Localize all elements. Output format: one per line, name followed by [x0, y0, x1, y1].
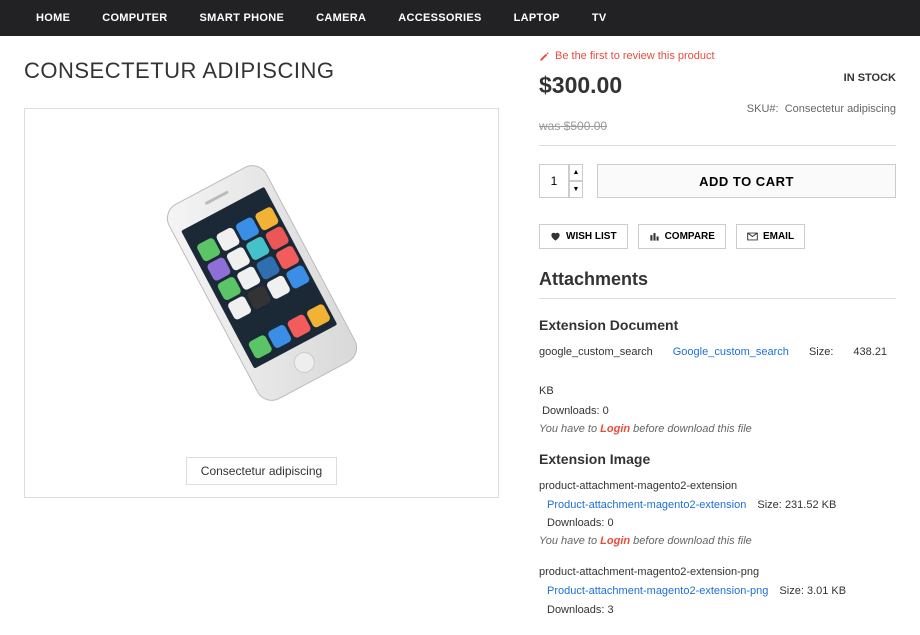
- doc-link[interactable]: Google_custom_search: [673, 343, 789, 362]
- right-column: Be the first to review this product $300…: [539, 50, 896, 621]
- product-media: Consectetur adipiscing: [24, 108, 499, 498]
- nav-home[interactable]: HOME: [20, 0, 86, 36]
- phone-illustration: [132, 158, 392, 408]
- compare-icon: [649, 231, 660, 242]
- doc-name: google_custom_search: [539, 343, 653, 362]
- heart-icon: [550, 231, 561, 242]
- email-button[interactable]: EMAIL: [736, 224, 805, 249]
- left-column: CONSECTETUR ADIPISCING: [24, 50, 499, 621]
- qty-down-button[interactable]: ▼: [569, 181, 583, 198]
- media-caption: Consectetur adipiscing: [186, 457, 337, 485]
- qty-input[interactable]: [539, 164, 569, 198]
- img1-link[interactable]: Product-attachment-magento2-extension: [547, 499, 746, 511]
- action-row: WISH LIST COMPARE EMAIL: [539, 224, 896, 249]
- review-link[interactable]: Be the first to review this product: [539, 50, 896, 62]
- product-image: [25, 109, 498, 457]
- nav-camera[interactable]: CAMERA: [300, 0, 382, 36]
- doc-row: google_custom_search Google_custom_searc…: [539, 343, 896, 400]
- login-link[interactable]: Login: [600, 423, 630, 435]
- stock-status: IN STOCK: [844, 72, 896, 84]
- attachments-heading: Attachments: [539, 269, 896, 299]
- sku: SKU#: Consectetur adipiscing: [539, 103, 896, 115]
- page-body: CONSECTETUR ADIPISCING: [0, 36, 920, 635]
- nav-accessories[interactable]: ACCESSORIES: [382, 0, 497, 36]
- extension-image-heading: Extension Image: [539, 451, 896, 467]
- old-price: was $500.00: [539, 119, 896, 133]
- nav-tv[interactable]: TV: [576, 0, 623, 36]
- nav-list: HOME COMPUTER SMART PHONE CAMERA ACCESSO…: [20, 0, 900, 36]
- nav-smartphone[interactable]: SMART PHONE: [184, 0, 301, 36]
- doc-downloads: Downloads: 0: [539, 402, 896, 421]
- qty-up-button[interactable]: ▲: [569, 164, 583, 181]
- qty-wrap: ▲ ▼: [539, 164, 583, 198]
- nav-laptop[interactable]: LAPTOP: [498, 0, 576, 36]
- edit-icon: [539, 51, 550, 62]
- wishlist-button[interactable]: WISH LIST: [539, 224, 628, 249]
- add-to-cart-row: ▲ ▼ ADD TO CART: [539, 164, 896, 198]
- compare-button[interactable]: COMPARE: [638, 224, 726, 249]
- nav-computer[interactable]: COMPUTER: [86, 0, 183, 36]
- page-title: CONSECTETUR ADIPISCING: [24, 58, 499, 84]
- divider: [539, 145, 896, 146]
- login-note: You have to Login before download this f…: [539, 423, 896, 435]
- qty-spinner: ▲ ▼: [569, 164, 583, 198]
- extension-document-heading: Extension Document: [539, 317, 896, 333]
- envelope-icon: [747, 231, 758, 242]
- login-note-2: You have to Login before download this f…: [539, 535, 896, 547]
- img-row-1: product-attachment-magento2-extension Pr…: [539, 477, 896, 533]
- img-row-2: product-attachment-magento2-extension-pn…: [539, 563, 896, 619]
- img2-link[interactable]: Product-attachment-magento2-extension-pn…: [547, 585, 768, 597]
- top-nav: HOME COMPUTER SMART PHONE CAMERA ACCESSO…: [0, 0, 920, 36]
- add-to-cart-button[interactable]: ADD TO CART: [597, 164, 896, 198]
- price: $300.00: [539, 72, 622, 99]
- review-text: Be the first to review this product: [555, 50, 715, 62]
- login-link-2[interactable]: Login: [600, 535, 630, 547]
